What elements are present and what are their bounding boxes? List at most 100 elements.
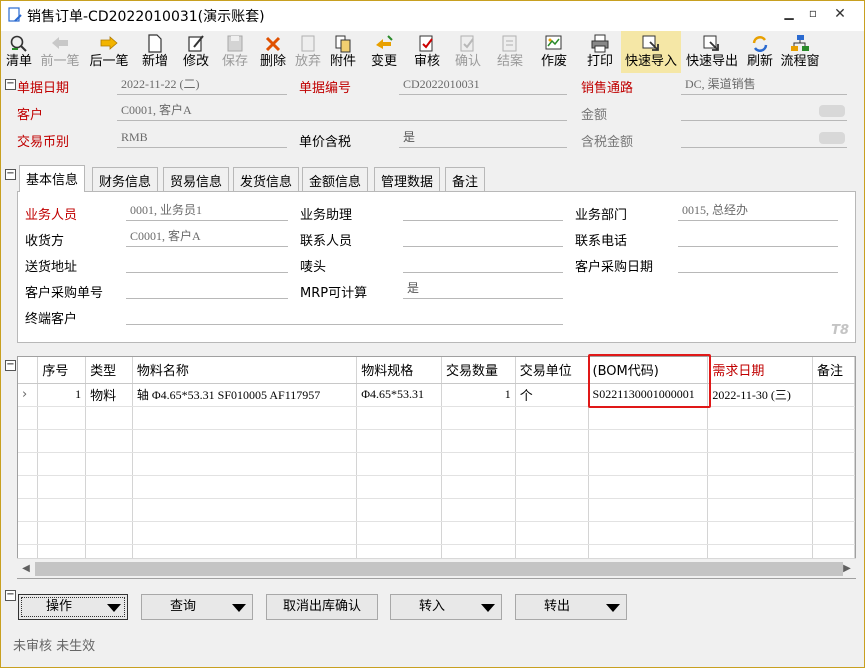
tab-shipping-info[interactable]: 发货信息 [233,167,300,191]
col-type[interactable]: 类型 [85,357,133,384]
col-remarks[interactable]: 备注 [812,357,855,384]
col-required-date[interactable]: 需求日期 [707,357,814,384]
col-material-name[interactable]: 物料名称 [132,357,358,384]
contact-person-field[interactable] [403,227,563,247]
doc-number-field[interactable]: CD2022010031 [399,75,567,95]
toolbar-delete-button[interactable]: 删除 [255,31,291,73]
customer-po-date-field[interactable] [678,253,838,273]
grid-horizontal-scrollbar[interactable]: ◀ ▶ [17,558,856,578]
cell-required-date[interactable]: 2022-11-30 (三) [707,383,814,407]
col-quantity[interactable]: 交易数量 [441,357,516,384]
cell-bom-code[interactable]: S0221130001000001 [588,383,709,407]
price-incl-tax-field[interactable]: 是 [399,128,567,148]
table-row[interactable] [18,498,855,522]
sales-channel-field[interactable]: DC, 渠道销售 [681,75,847,95]
tab-amount-info[interactable]: 金额信息 [302,167,369,191]
cell-unit[interactable]: 个 [515,383,589,407]
end-customer-field[interactable] [126,305,563,325]
sales-assistant-field[interactable] [403,201,563,221]
grid-collapse-icon[interactable]: − [5,360,16,371]
mrp-calculable-field[interactable]: 是 [403,279,563,299]
toolbar-new-button[interactable]: 新增 [135,31,175,73]
customer-field[interactable]: C0001, 客户A [117,101,567,121]
cell-material-spec[interactable]: Φ4.65*53.31 [356,383,443,407]
minimize-icon[interactable]: ▁ [779,6,799,24]
table-row[interactable] [18,521,855,545]
workflow-icon [791,35,809,51]
tab-basic-info[interactable]: 基本信息 [19,165,86,192]
toolbar-quick-export-button[interactable]: 快速导出 [683,31,741,73]
cell-remarks[interactable] [812,383,855,407]
col-seq[interactable]: 序号 [37,357,87,384]
taxed-amount-value-masked [819,132,845,144]
table-row[interactable] [18,475,855,499]
operation-dropdown[interactable]: 操作 [18,594,128,620]
table-row[interactable] [18,406,855,430]
amount-value-masked [819,105,845,117]
toolbar-confirm-button[interactable]: 确认 [449,31,487,73]
tab-remarks[interactable]: 备注 [445,167,486,191]
cell-quantity[interactable]: 1 [441,383,516,407]
toolbar-next-button[interactable]: 后一笔 [85,31,133,73]
toolbar-close-button[interactable]: 结案 [489,31,531,73]
col-bom-code[interactable]: (BOM代码) [588,357,709,384]
contact-phone-field[interactable] [678,227,838,247]
toolbar-workflow-button[interactable]: 流程窗 [779,31,821,73]
mrp-calculable-label: MRP可计算 [300,286,368,301]
col-unit[interactable]: 交易单位 [515,357,589,384]
toolbar-prev-button[interactable]: 前一笔 [37,31,83,73]
toolbar-print-button[interactable]: 打印 [581,31,619,73]
cell-seq[interactable]: 1 [37,383,87,407]
toolbar-button-label: 修改 [182,54,209,69]
table-row[interactable] [18,452,855,476]
actions-collapse-icon[interactable]: − [5,590,16,601]
currency-field[interactable]: RMB [117,128,287,148]
transfer-in-dropdown[interactable]: 转入 [390,594,502,620]
transfer-out-dropdown[interactable]: 转出 [515,594,627,620]
toolbar-button-label: 打印 [586,54,613,69]
scrollbar-thumb[interactable] [35,562,843,576]
header-collapse-icon[interactable]: − [5,79,16,90]
tab-trade-info[interactable]: 贸易信息 [163,167,230,191]
audit-icon [419,35,433,52]
tab-finance-info[interactable]: 财务信息 [92,167,159,191]
cancel-outbound-confirm-button[interactable]: 取消出库确认 [266,594,378,620]
consignee-field[interactable]: C0001, 客户A [126,227,288,247]
close-icon[interactable]: ✕ [830,6,850,24]
salesperson-field[interactable]: 0001, 业务员1 [126,201,288,221]
cell-type[interactable]: 物料 [85,383,133,407]
toolbar-save-button[interactable]: 保存 [217,31,253,73]
chevron-down-icon [481,604,495,612]
toolbar-clear-button[interactable]: 清单 [3,31,35,73]
toolbar-audit-button[interactable]: 审核 [407,31,447,73]
printer-icon [591,34,609,53]
scroll-right-icon[interactable]: ▶ [840,562,854,576]
sales-assistant-label: 业务助理 [300,208,353,223]
row-marker-icon: › [18,383,39,407]
doc-date-field[interactable]: 2022-11-22 (二) [117,75,287,95]
toolbar-button-label: 作废 [540,54,567,69]
table-row[interactable]: › 1 物料 轴 Φ4.65*53.31 SF010005 AF117957 Φ… [18,383,855,407]
chevron-down-icon [232,604,246,612]
toolbar-discard-button[interactable]: 放弃 [293,31,323,73]
toolbar-quick-import-button[interactable]: 快速导入 [621,31,681,73]
contact-person-label: 联系人员 [300,234,353,249]
shipping-mark-field[interactable] [403,253,563,273]
tabs-collapse-icon[interactable]: − [5,169,16,180]
cell-material-name[interactable]: 轴 Φ4.65*53.31 SF010005 AF117957 [132,383,358,407]
toolbar-edit-button[interactable]: 修改 [177,31,215,73]
toolbar-attach-button[interactable]: 附件 [325,31,361,73]
customer-po-number-field[interactable] [126,279,288,299]
toolbar-change-button[interactable]: 变更 [363,31,405,73]
toolbar-refresh-button[interactable]: 刷新 [743,31,777,73]
table-row[interactable] [18,429,855,453]
query-dropdown[interactable]: 查询 [141,594,253,620]
col-material-spec[interactable]: 物料规格 [356,357,443,384]
sales-dept-field[interactable]: 0015, 总经办 [678,201,838,221]
tab-management-data[interactable]: 管理数据 [374,167,441,191]
scroll-left-icon[interactable]: ◀ [19,562,33,576]
maximize-icon[interactable]: ▫ [803,6,823,24]
toolbar-void-button[interactable]: 作废 [533,31,575,73]
title-bar: 销售订单-CD2022010031(演示账套) ▁ ▫ ✕ [1,1,864,31]
delivery-address-field[interactable] [126,253,288,273]
